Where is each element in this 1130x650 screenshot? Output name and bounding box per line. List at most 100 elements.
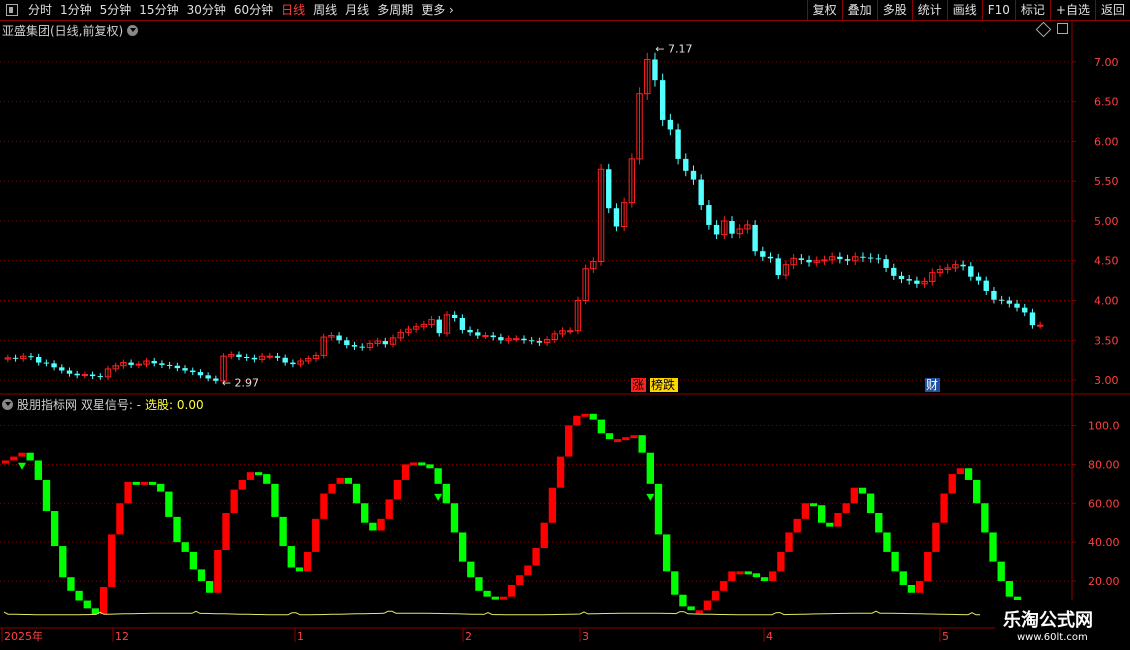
candle-body [975,276,982,281]
candle-body [12,357,19,359]
candle-body [166,364,173,366]
candle-body [706,205,712,225]
date-label: 2025年 [4,629,43,643]
more-label: 更多 [421,3,446,17]
indicator-bar [507,584,516,597]
back-button[interactable]: 返回 [1094,0,1130,20]
candle-body [89,374,96,377]
candle-body [274,356,281,358]
indicator-bar [671,571,679,595]
price-tick-label: 7.00 [1094,56,1119,69]
indicator-bar [875,513,883,533]
indicator-bar [67,577,75,591]
period-tab[interactable]: 多周期 [373,0,417,20]
indicator-bar [720,581,728,591]
candle-body [875,258,882,260]
indicator-bar [548,487,557,523]
statistics-button[interactable]: 统计 [911,0,947,20]
candle-body [906,279,912,281]
indicator-bar [418,462,426,466]
candle-body [1014,303,1020,308]
indicator-bar [728,571,736,582]
candle-body [282,357,288,363]
indicator-bar [924,551,932,582]
period-tab[interactable]: 月线 [341,0,373,20]
period-tab[interactable]: 15分钟 [135,0,182,20]
indicator-bar [907,584,916,593]
indicator-bar [964,468,973,480]
indicator-bar [426,464,434,469]
candle-body [652,59,658,81]
candle-body [266,355,273,358]
indicator-bar [826,522,834,527]
candle-body [43,362,50,364]
indicator-bar [483,590,491,597]
indicator-bar [614,439,622,443]
candle-body [236,354,242,357]
period-tab[interactable]: 1分钟 [56,0,96,20]
overlay-button[interactable]: 叠加 [841,0,877,20]
indicator-bar [410,462,418,466]
draw-line-button[interactable]: 画线 [946,0,982,20]
indicator-bar [132,481,140,485]
indicator-bar [124,481,132,504]
indicator-bar [915,581,924,593]
candle-body [74,373,80,376]
candle-body [798,258,805,260]
date-label: 12 [115,630,129,643]
indicator-bar [197,569,206,582]
indicator-bar [116,503,124,535]
window-menu-icon[interactable] [6,4,18,16]
indicator-bar [165,491,173,517]
indicator-bar [540,522,548,549]
indicator-bar [303,551,312,572]
indicator-bar [842,503,850,513]
candle-body [59,367,65,371]
candle-body [752,224,758,252]
candle-body [690,170,697,180]
indicator-bar [1005,581,1014,597]
period-tab[interactable]: 5分钟 [96,0,136,20]
indicator-bar [891,551,899,572]
candle-body [867,257,874,259]
chart-canvas[interactable]: 7.00 6.50 6.00 5.50 5.00 4.50 4.00 3.50 3.00 ← 7.… [0,20,1130,650]
indicator-bar [605,433,614,440]
adjust-button[interactable]: 复权 [806,0,842,20]
f10-button[interactable]: F10 [981,0,1015,20]
indicator-bar [744,571,752,575]
indicator-bar [940,493,948,523]
indicator-bar [377,518,385,531]
candle-body [567,330,574,333]
price-tick-label: 6.50 [1094,96,1119,109]
indicator-bar [393,479,402,500]
candle-body [205,375,211,379]
period-tab-active[interactable]: 日线 [277,0,309,20]
indicator-bar [850,487,858,504]
indicator-bar [328,483,336,494]
mark-button[interactable]: 标记 [1014,0,1050,20]
period-tab[interactable]: 60分钟 [230,0,277,20]
indicator-bar [434,468,442,484]
candle-body [28,356,34,358]
candle-body [713,224,720,235]
event-tag-text: 榜跌 [651,377,675,392]
period-tab[interactable]: 30分钟 [183,0,230,20]
chevron-right-icon: › [449,3,454,17]
add-watchlist-button[interactable]: +自选 [1049,0,1095,20]
more-periods-button[interactable]: 更多 › [417,0,458,20]
indicator-baseline [3,610,980,616]
candle-body [844,259,851,261]
indicator-bar [532,548,540,566]
candle-body [243,356,250,358]
indicator-bar [703,600,712,611]
date-label: 1 [297,630,304,643]
candle-body [767,256,774,259]
candle-body [513,338,520,341]
multi-stock-button[interactable]: 多股 [876,0,912,20]
indicator-bar [140,481,149,485]
candle-body [182,368,188,371]
period-tab[interactable]: 分时 [24,0,56,20]
period-tab[interactable]: 周线 [309,0,341,20]
candle-body [490,335,496,338]
event-tag-text: 涨 [632,377,644,392]
